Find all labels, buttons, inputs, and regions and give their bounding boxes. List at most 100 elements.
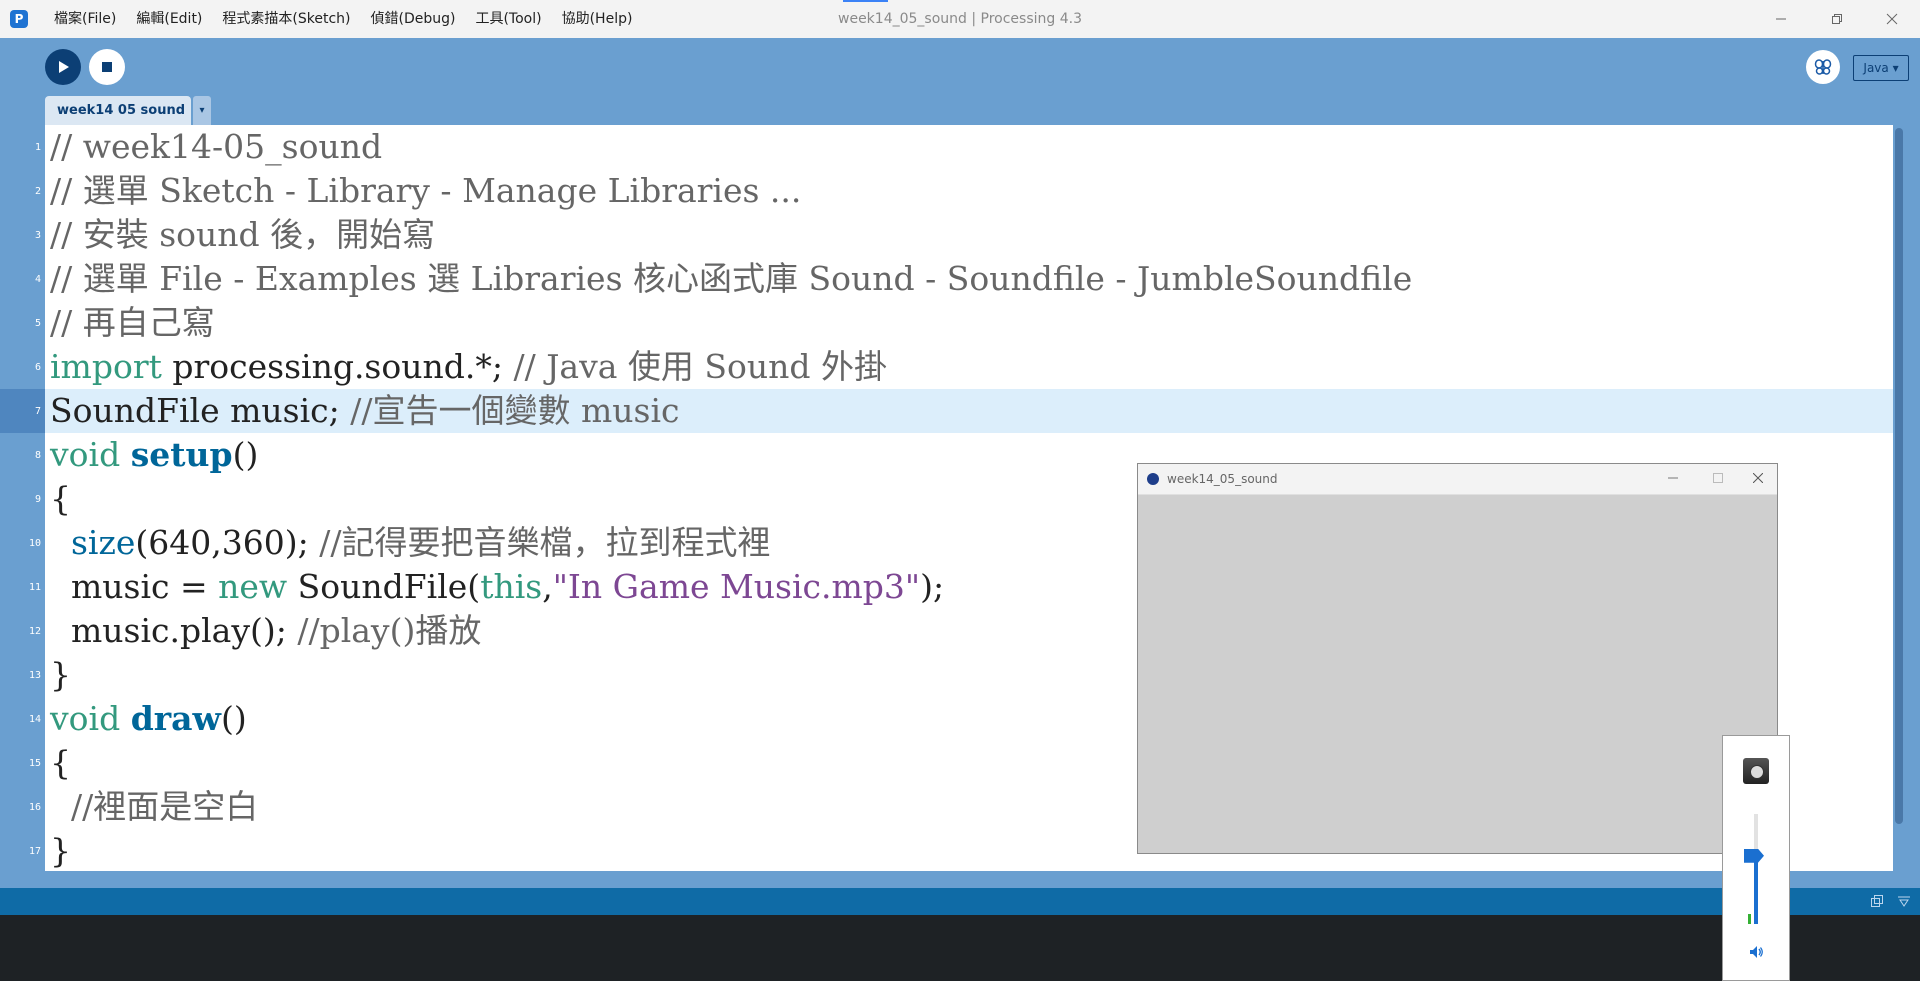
code-line[interactable]: void draw()	[50, 697, 247, 741]
line-number: 9	[34, 494, 41, 505]
code-token: {	[50, 479, 71, 518]
menu-file[interactable]: 檔案(File)	[44, 0, 126, 38]
code-token: // 選單 Sketch - Library - Manage Librarie…	[50, 171, 802, 210]
mode-selector[interactable]: Java ▾	[1853, 55, 1909, 81]
code-line[interactable]: {	[50, 741, 71, 785]
editor-scrollbar-thumb[interactable]	[1895, 128, 1903, 824]
code-token: import	[50, 347, 162, 386]
filter-icon[interactable]	[1897, 894, 1911, 912]
code-token: );	[920, 567, 945, 606]
butterfly-icon	[1814, 59, 1832, 75]
code-token: "In Game Music.mp3"	[552, 567, 921, 606]
code-line[interactable]: {	[50, 477, 71, 521]
code-line[interactable]: }	[50, 653, 71, 697]
sketch-title-bar: week14_05_sound	[1138, 464, 1777, 495]
code-line[interactable]: // 再自己寫	[50, 301, 215, 345]
code-line[interactable]: size(640,360); //記得要把音樂檔，拉到程式裡	[50, 521, 770, 565]
code-line[interactable]: // 安裝 sound 後，開始寫	[50, 213, 435, 257]
code-token: // week14-05_sound	[50, 127, 383, 166]
code-token: size	[70, 523, 136, 562]
line-number: 16	[28, 802, 41, 813]
stop-button[interactable]	[89, 49, 125, 85]
line-number: 6	[34, 362, 41, 373]
code-line[interactable]: void setup()	[50, 433, 258, 477]
maximize-icon[interactable]	[1698, 464, 1738, 494]
code-token: ()	[220, 699, 247, 738]
code-token: music =	[50, 567, 219, 606]
code-token: void	[50, 435, 121, 474]
code-token: }	[50, 655, 71, 694]
code-token: music.play();	[50, 611, 298, 650]
status-bar	[0, 888, 1920, 915]
code-token: }	[50, 831, 71, 870]
taskbar-accent	[843, 0, 888, 2]
close-icon[interactable]	[1869, 0, 1915, 38]
sketch-window-title: week14_05_sound	[1167, 472, 1278, 486]
code-line[interactable]: // week14-05_sound	[50, 125, 382, 169]
code-line[interactable]: music.play(); //play()播放	[50, 609, 481, 653]
code-line[interactable]: // 選單 File - Examples 選 Libraries 核心函式庫 …	[50, 257, 1412, 301]
line-number: 5	[34, 318, 41, 329]
play-icon	[59, 61, 69, 73]
close-icon[interactable]	[1738, 464, 1778, 494]
code-token: // 安裝 sound 後，開始寫	[50, 215, 436, 254]
code-token: {	[50, 743, 71, 782]
menu-sketch[interactable]: 程式素描本(Sketch)	[212, 0, 360, 38]
menu-tool[interactable]: 工具(Tool)	[465, 0, 551, 38]
code-line[interactable]: SoundFile music; //宣告一個變數 music	[50, 389, 680, 433]
code-line[interactable]: import processing.sound.*; // Java 使用 So…	[50, 345, 887, 389]
line-number: 13	[28, 670, 41, 681]
toolbar: Java ▾	[0, 38, 1920, 96]
code-token: setup	[130, 435, 233, 474]
tab-week14-05-sound[interactable]: week14 05 sound	[45, 96, 191, 125]
volume-icon[interactable]	[1723, 944, 1789, 964]
code-token: SoundFile music;	[50, 391, 351, 430]
code-token: draw	[130, 699, 221, 738]
code-token: (640,360);	[135, 523, 320, 562]
line-number: 3	[34, 230, 41, 241]
line-number: 1	[34, 142, 41, 153]
code-token: ,	[542, 567, 553, 606]
code-token: SoundFile(	[287, 567, 481, 606]
line-number: 2	[34, 186, 41, 197]
minimize-icon[interactable]	[1653, 464, 1693, 494]
code-token: // 選單 File - Examples 選 Libraries 核心函式庫 …	[50, 259, 1413, 298]
line-number: 11	[28, 582, 41, 593]
console-area[interactable]	[0, 915, 1920, 981]
code-line[interactable]: //裡面是空白	[50, 785, 258, 829]
volume-popup	[1722, 735, 1790, 981]
title-bar: P 檔案(File) 編輯(Edit) 程式素描本(Sketch) 偵錯(Deb…	[0, 0, 1920, 38]
debug-button[interactable]	[1806, 50, 1840, 84]
line-number: 4	[34, 274, 41, 285]
code-token: //裡面是空白	[70, 787, 259, 826]
menu-help[interactable]: 協助(Help)	[552, 0, 643, 38]
volume-level-meter	[1748, 914, 1751, 924]
restore-icon[interactable]	[1814, 0, 1860, 38]
code-line[interactable]: }	[50, 829, 71, 871]
menu-bar: 檔案(File) 編輯(Edit) 程式素描本(Sketch) 偵錯(Debug…	[44, 0, 642, 38]
minimize-icon[interactable]	[1758, 0, 1804, 38]
code-token: void	[50, 699, 121, 738]
line-number: 12	[28, 626, 41, 637]
line-number: 14	[28, 714, 41, 725]
copy-icon[interactable]	[1870, 894, 1884, 912]
line-number-gutter: 1 2 3 4 5 6 7 8 9 10 11 12 13 14 15 16 17	[0, 125, 45, 871]
menu-debug[interactable]: 偵錯(Debug)	[361, 0, 466, 38]
code-token: //記得要把音樂檔，拉到程式裡	[319, 523, 771, 562]
code-line[interactable]: // 選單 Sketch - Library - Manage Librarie…	[50, 169, 801, 213]
speaker-device-icon	[1743, 758, 1769, 784]
tab-menu-button[interactable]: ▾	[193, 96, 211, 125]
code-token: ()	[232, 435, 259, 474]
run-button[interactable]	[45, 49, 81, 85]
code-token: // 再自己寫	[50, 303, 215, 342]
menu-edit[interactable]: 編輯(Edit)	[126, 0, 212, 38]
code-token: new	[218, 567, 288, 606]
code-line[interactable]: music = new SoundFile(this,"In Game Musi…	[50, 565, 944, 609]
sketch-window: week14_05_sound	[1137, 463, 1778, 854]
volume-slider-thumb[interactable]	[1744, 848, 1764, 863]
stop-icon	[102, 62, 112, 72]
